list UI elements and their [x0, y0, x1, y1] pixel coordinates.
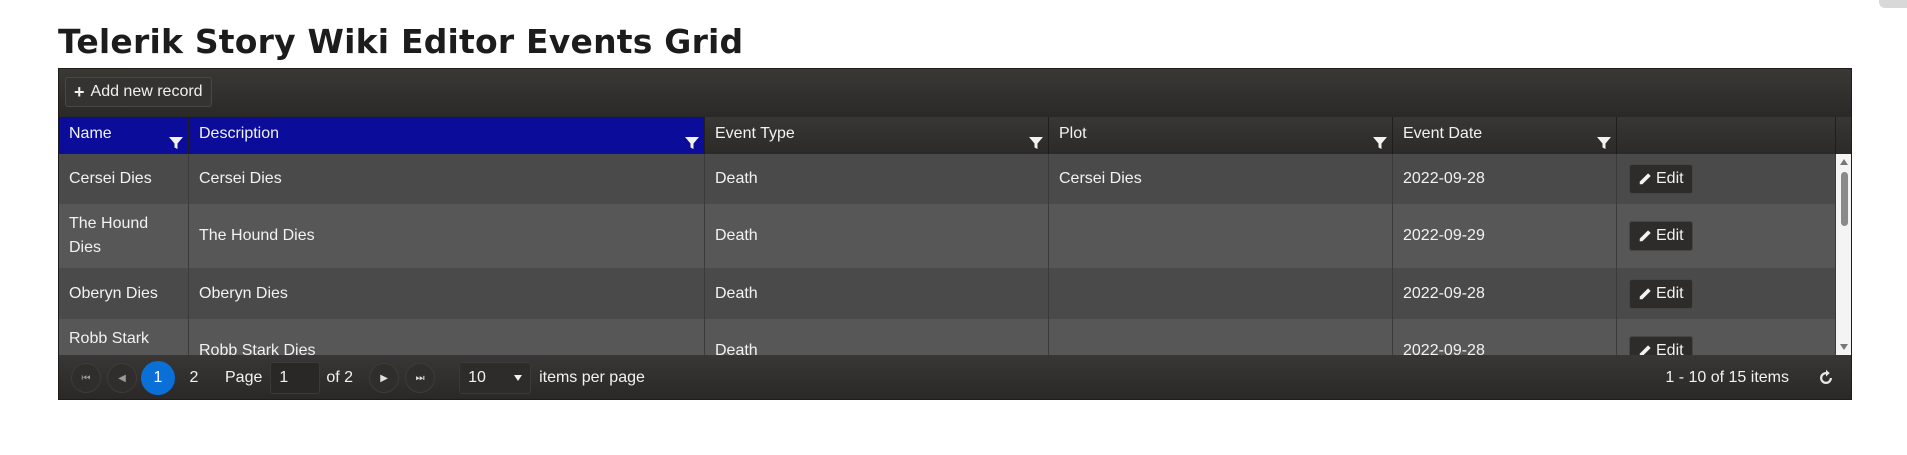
- first-page-icon: ⏮: [81, 372, 91, 384]
- column-header-label: Event Date: [1403, 125, 1483, 142]
- next-page-icon: ▶: [380, 372, 388, 384]
- previous-page-button[interactable]: ◀: [107, 363, 137, 393]
- plus-icon: +: [74, 82, 85, 102]
- column-header-event-date[interactable]: Event Date: [1393, 117, 1617, 154]
- page-number-2[interactable]: 2: [177, 361, 211, 395]
- cell-plot[interactable]: [1049, 204, 1393, 268]
- scroll-down-arrow-icon[interactable]: [1840, 344, 1848, 350]
- pencil-icon: [1638, 344, 1652, 355]
- edit-button[interactable]: Edit: [1629, 221, 1693, 251]
- scroll-up-arrow-icon[interactable]: [1840, 159, 1848, 165]
- cell-description[interactable]: Robb Stark Dies: [189, 319, 705, 355]
- cell-event-type[interactable]: Death: [705, 319, 1049, 355]
- page-number-1[interactable]: 1: [141, 361, 175, 395]
- page-size-value: 10: [468, 369, 486, 386]
- command-cell: Edit: [1617, 319, 1836, 355]
- filter-icon[interactable]: [168, 130, 184, 149]
- page-number-input[interactable]: [270, 362, 321, 394]
- pencil-icon: [1638, 287, 1652, 301]
- cell-description[interactable]: The Hound Dies: [189, 204, 705, 268]
- grid-header: Name Description Event Type Plot Event Date: [59, 117, 1836, 154]
- edit-button[interactable]: Edit: [1629, 336, 1693, 355]
- cell-plot[interactable]: Cersei Dies: [1049, 154, 1393, 204]
- column-header-label: Name: [69, 125, 112, 142]
- cell-plot[interactable]: [1049, 319, 1393, 355]
- column-header-label: Event Type: [715, 125, 795, 142]
- cell-description[interactable]: Oberyn Dies: [189, 268, 705, 319]
- add-new-record-label: Add new record: [90, 83, 203, 100]
- column-header-command[interactable]: [1617, 117, 1836, 154]
- page-title: Telerik Story Wiki Editor Events Grid: [58, 22, 744, 61]
- next-page-button[interactable]: ▶: [369, 363, 400, 393]
- command-cell: Edit: [1617, 268, 1836, 319]
- cell-event-date[interactable]: 2022-09-28: [1393, 319, 1617, 355]
- last-page-icon: ⏭: [415, 372, 425, 384]
- column-header-plot[interactable]: Plot: [1049, 117, 1393, 154]
- header-scroll-gap: [1836, 117, 1851, 154]
- cell-name[interactable]: Cersei Dies: [59, 154, 189, 204]
- column-header-name[interactable]: Name: [59, 117, 189, 154]
- table-row[interactable]: Robb Stark DiesRobb Stark DiesDeath2022-…: [59, 319, 1836, 355]
- cell-event-date[interactable]: 2022-09-28: [1393, 154, 1617, 204]
- add-new-record-button[interactable]: + Add new record: [65, 77, 212, 107]
- vertical-scrollbar[interactable]: [1836, 154, 1851, 355]
- command-cell: Edit: [1617, 154, 1836, 204]
- cell-event-type[interactable]: Death: [705, 204, 1049, 268]
- cell-event-date[interactable]: 2022-09-28: [1393, 268, 1617, 319]
- cell-description[interactable]: Cersei Dies: [189, 154, 705, 204]
- cell-event-type[interactable]: Death: [705, 268, 1049, 319]
- cell-event-type[interactable]: Death: [705, 154, 1049, 204]
- grid-pager: ⏮ ◀ 1 2 Page of 2 ▶ ⏭: [59, 355, 1851, 399]
- page-of-label: of 2: [326, 369, 354, 386]
- edit-label: Edit: [1656, 284, 1684, 302]
- filter-icon[interactable]: [1596, 130, 1612, 149]
- first-page-button[interactable]: ⏮: [71, 363, 101, 393]
- filter-icon[interactable]: [1372, 130, 1388, 149]
- column-header-label: Description: [199, 125, 280, 142]
- cell-event-date[interactable]: 2022-09-29: [1393, 204, 1617, 268]
- cell-plot[interactable]: [1049, 268, 1393, 319]
- filter-icon[interactable]: [1028, 130, 1044, 149]
- cell-name[interactable]: Robb Stark Dies: [59, 319, 189, 355]
- window-corner: [1879, 0, 1907, 8]
- edit-label: Edit: [1656, 227, 1684, 244]
- refresh-icon[interactable]: [1817, 369, 1835, 387]
- column-header-event-type[interactable]: Event Type: [705, 117, 1049, 154]
- previous-page-icon: ◀: [118, 372, 126, 384]
- grid-body[interactable]: Cersei Dies Cersei Dies Death Cersei Dies 20…: [59, 154, 1836, 355]
- pencil-icon: [1638, 172, 1652, 186]
- column-header-label: Plot: [1059, 125, 1087, 142]
- page-size-select[interactable]: 10: [459, 362, 532, 394]
- items-per-page-label: items per page: [539, 369, 645, 386]
- filter-icon[interactable]: [684, 130, 700, 149]
- pencil-icon: [1638, 229, 1652, 243]
- chevron-down-icon: [514, 375, 523, 381]
- column-header-description[interactable]: Description: [189, 117, 705, 154]
- page-label: Page: [225, 369, 263, 386]
- edit-button[interactable]: Edit: [1629, 164, 1693, 194]
- cell-name[interactable]: Oberyn Dies: [59, 268, 189, 319]
- last-page-button[interactable]: ⏭: [405, 363, 436, 393]
- cell-name[interactable]: The Hound Dies: [59, 204, 189, 268]
- grid-toolbar: + Add new record: [59, 69, 1851, 117]
- edit-label: Edit: [1656, 342, 1684, 355]
- edit-button[interactable]: Edit: [1629, 278, 1693, 309]
- page: Telerik Story Wiki Editor Events Grid + …: [0, 0, 1907, 455]
- edit-label: Edit: [1656, 170, 1684, 187]
- table-row[interactable]: The Hound Dies The Hound Dies Death 2022-09…: [59, 204, 1836, 268]
- pager-info: 1 - 10 of 15 items: [1665, 369, 1789, 386]
- scroll-thumb[interactable]: [1841, 172, 1848, 226]
- table-row[interactable]: Cersei Dies Cersei Dies Death Cersei Dies 20…: [59, 154, 1836, 204]
- command-cell: Edit: [1617, 204, 1836, 268]
- events-grid: + Add new record Name Description Event Ty…: [58, 68, 1852, 400]
- table-row[interactable]: Oberyn Dies Oberyn Dies Death 2022-09-28 Edi…: [59, 268, 1836, 319]
